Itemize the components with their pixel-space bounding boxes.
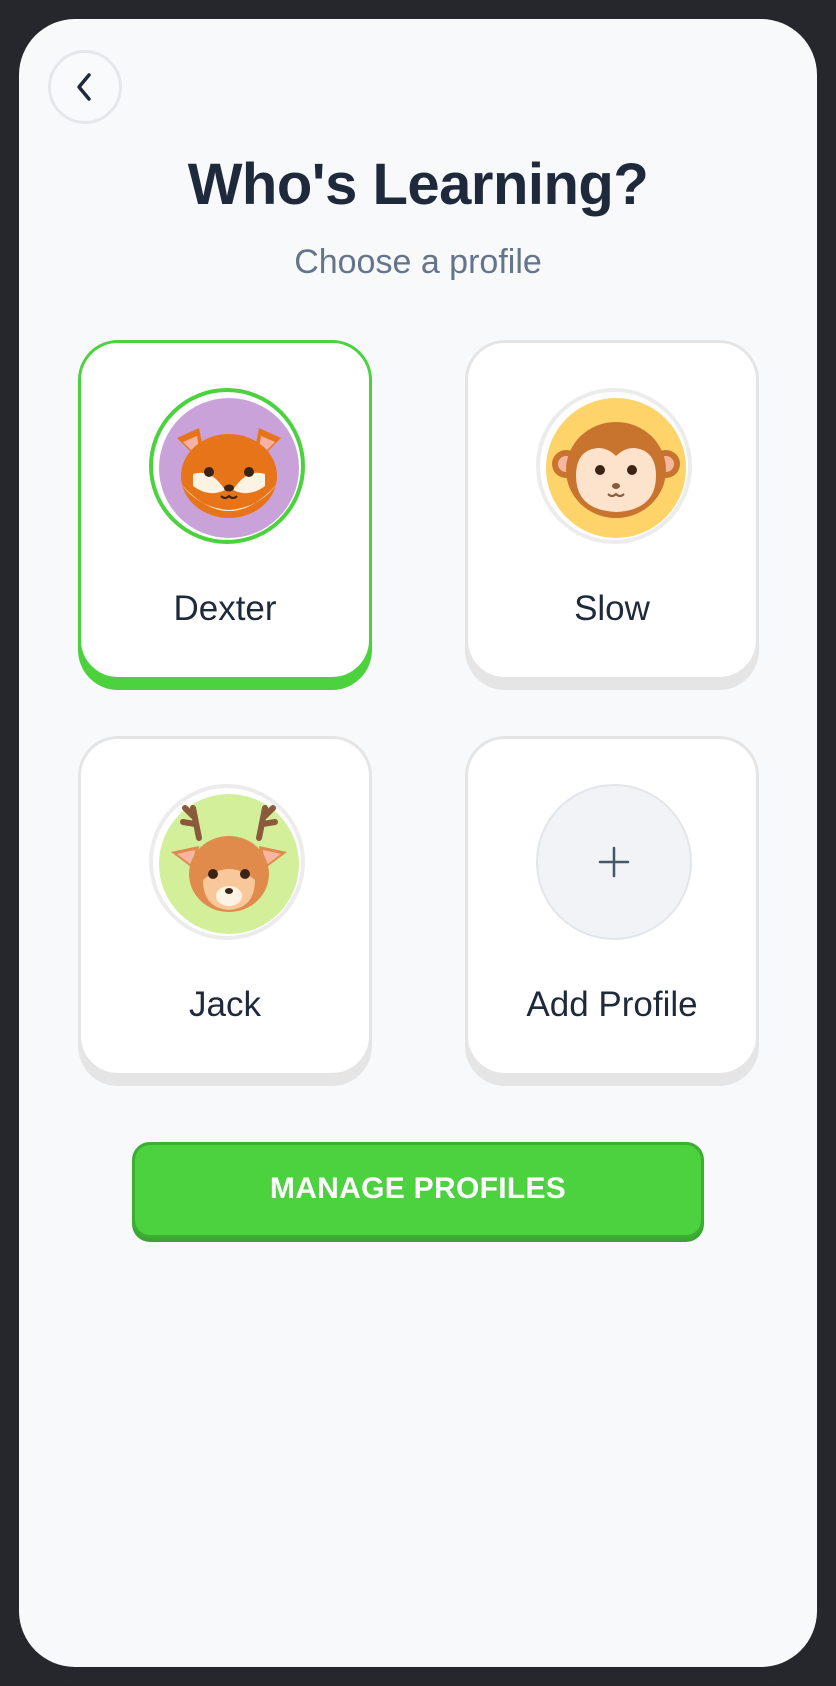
profile-name: Dexter [173, 589, 277, 628]
monkey-avatar [536, 388, 692, 544]
chevron-left-icon [77, 73, 91, 101]
app-screen: Who's Learning? Choose a profile Dexter … [19, 19, 817, 1667]
fox-icon [159, 398, 299, 538]
add-profile-label: Add Profile [526, 985, 698, 1024]
profile-card-jack[interactable]: Jack [78, 736, 372, 1076]
add-profile-card[interactable]: Add Profile [465, 736, 759, 1076]
monkey-icon [546, 398, 686, 538]
device-frame: Who's Learning? Choose a profile Dexter … [0, 0, 836, 1686]
profile-name: Jack [189, 985, 261, 1024]
page-title: Who's Learning? [187, 152, 649, 217]
deer-avatar [149, 784, 305, 940]
deer-icon [159, 794, 299, 934]
plus-icon [598, 846, 630, 878]
manage-profiles-button[interactable]: MANAGE PROFILES [132, 1142, 704, 1238]
profile-card-dexter[interactable]: Dexter [78, 340, 372, 680]
profile-card-slow[interactable]: Slow [465, 340, 759, 680]
back-button[interactable] [48, 50, 122, 124]
profile-name: Slow [574, 589, 650, 628]
fox-avatar [149, 388, 305, 544]
add-profile-circle [536, 784, 692, 940]
page-subtitle: Choose a profile [294, 243, 542, 281]
